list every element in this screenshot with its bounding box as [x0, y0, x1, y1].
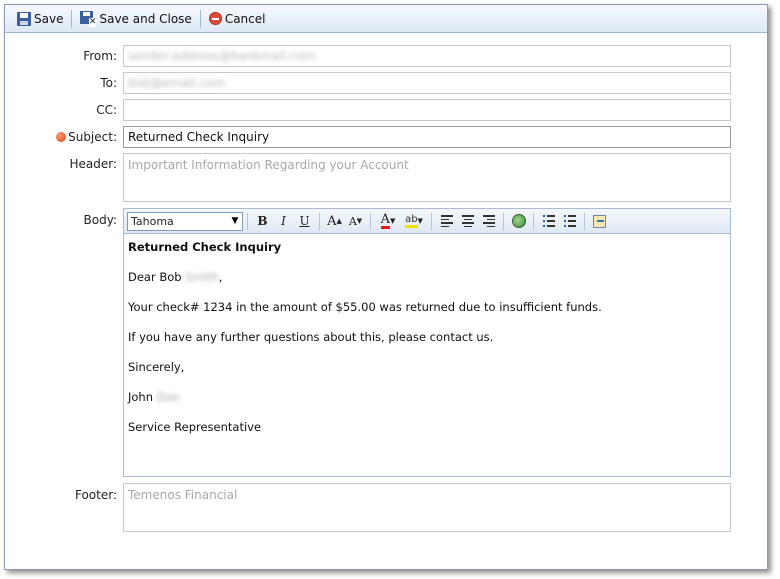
header-field[interactable]: Important Information Regarding your Acc…	[123, 153, 731, 202]
save-and-close-label: Save and Close	[99, 11, 192, 26]
font-color-icon[interactable]: A ▼	[375, 211, 401, 231]
body-line-2: If you have any further questions about …	[128, 330, 494, 344]
editor-toolbar: Tahoma ▼ B I U A ▲ A ▼ A ▼ ab ▼	[124, 209, 730, 234]
cc-label: CC:	[96, 103, 117, 117]
editor-separator	[319, 212, 320, 230]
font-size-decrease-icon[interactable]: A ▼	[345, 211, 366, 231]
numbered-list-icon[interactable]	[538, 211, 559, 231]
subject-value: Returned Check Inquiry	[128, 130, 270, 144]
body-closing: Sincerely,	[128, 360, 185, 374]
bold-icon[interactable]: B	[252, 211, 273, 231]
save-icon	[17, 11, 31, 26]
editor-separator	[584, 212, 585, 230]
header-value: Important Information Regarding your Acc…	[128, 158, 409, 172]
from-value: sender.address@bankmail.com	[128, 49, 316, 63]
body-line-1: Your check# 1234 in the amount of $55.00…	[128, 300, 602, 314]
body-signature-title: Service Representative	[128, 420, 262, 434]
editor-separator	[370, 212, 371, 230]
required-indicator-icon	[56, 132, 67, 142]
save-button[interactable]: Save	[11, 8, 69, 30]
main-toolbar: Save ✕ Save and Close Cancel	[5, 5, 767, 33]
body-greeting: Dear Bob	[128, 270, 182, 284]
body-signature-line: John Doe	[128, 390, 726, 404]
subject-label-group: Subject:	[56, 130, 117, 144]
align-left-icon[interactable]	[436, 211, 457, 231]
footer-field[interactable]: Temenos Financial	[123, 483, 731, 532]
footer-label: Footer:	[74, 488, 117, 502]
align-center-icon[interactable]	[457, 211, 478, 231]
insert-image-icon[interactable]	[508, 211, 529, 231]
save-label: Save	[34, 11, 64, 26]
toolbar-separator	[199, 9, 201, 28]
underline-icon[interactable]: U	[294, 211, 315, 231]
cancel-icon	[208, 12, 222, 25]
font-size-increase-icon[interactable]: A ▲	[324, 211, 345, 231]
body-rich-text-editor: Tahoma ▼ B I U A ▲ A ▼ A ▼ ab ▼ Returned…	[123, 208, 731, 477]
header-label: Header:	[69, 157, 117, 171]
footer-value: Temenos Financial	[128, 488, 238, 502]
font-family-select[interactable]: Tahoma ▼	[127, 211, 243, 231]
align-right-icon[interactable]	[478, 211, 499, 231]
to-field[interactable]: bob@email.com	[123, 72, 731, 94]
toolbar-separator	[71, 9, 73, 28]
body-title: Returned Check Inquiry	[128, 240, 282, 254]
editor-separator	[503, 212, 504, 230]
body-label: Body:	[83, 213, 117, 227]
from-label: From:	[83, 49, 117, 63]
from-field[interactable]: sender.address@bankmail.com	[123, 45, 731, 67]
editor-separator	[431, 212, 432, 230]
cc-field[interactable]	[123, 99, 731, 121]
to-value: bob@email.com	[128, 76, 226, 90]
font-family-value: Tahoma	[131, 214, 174, 228]
editor-content-area[interactable]: Returned Check Inquiry Dear Bob Smith, Y…	[124, 234, 730, 456]
italic-icon[interactable]: I	[273, 211, 294, 231]
body-greeting-line: Dear Bob Smith,	[128, 270, 223, 284]
cancel-button[interactable]: Cancel	[203, 8, 272, 30]
chevron-down-icon: ▼	[231, 216, 239, 226]
save-and-close-icon: ✕	[80, 10, 97, 27]
to-label: To:	[100, 76, 117, 90]
subject-label: Subject:	[68, 130, 117, 144]
save-and-close-button[interactable]: ✕ Save and Close	[74, 8, 197, 30]
edit-source-icon[interactable]	[589, 211, 610, 231]
subject-field[interactable]: Returned Check Inquiry	[123, 126, 731, 148]
cancel-label: Cancel	[224, 11, 266, 26]
highlight-color-icon[interactable]: ab ▼	[401, 211, 427, 231]
body-greeting-blurred: Smith	[185, 270, 219, 284]
body-signature-blurred: Doe	[156, 390, 180, 404]
email-editor-window: Save ✕ Save and Close Cancel From: sende…	[4, 4, 768, 570]
body-signature-first: John	[128, 390, 154, 404]
editor-separator	[247, 212, 248, 230]
bulleted-list-icon[interactable]	[559, 211, 580, 231]
editor-separator	[533, 212, 534, 230]
